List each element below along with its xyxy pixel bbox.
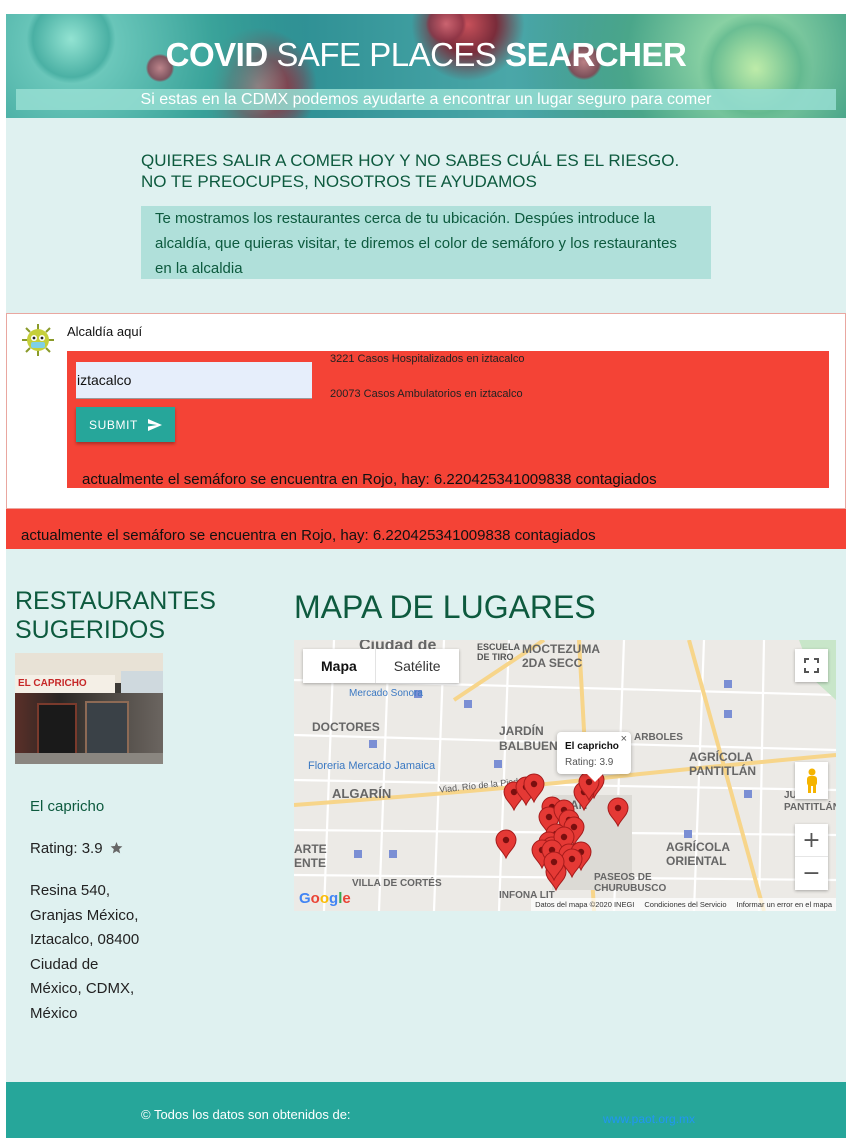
submit-label: SUBMIT	[89, 417, 138, 432]
virus-mascot-icon	[22, 324, 54, 356]
map-pin-icon[interactable]	[607, 797, 629, 828]
map-report-link[interactable]: Informar un error en el mapa	[737, 898, 832, 911]
map-type-satellite-button[interactable]: Satélite	[376, 649, 459, 683]
pegman-icon	[806, 768, 817, 793]
hospitalized-cases: 3221 Casos Hospitalizados en iztacalco	[330, 353, 525, 365]
restaurant-address: Resina 540, Granjas México, Iztacalco, 0…	[30, 882, 140, 1022]
footer-copyright: © Todos los datos son obtenidos de:	[141, 1107, 351, 1122]
hero-banner: COVID SAFE PLACES SEARCHER Si estas en l…	[6, 14, 846, 118]
restaurants-title-line1: RESTAURANTES	[15, 587, 216, 615]
restaurant-name: El capricho	[30, 798, 105, 815]
restaurant-rating-value: Rating: 3.9	[30, 840, 103, 857]
map-data-credit: Datos del mapa ©2020 INEGI	[535, 900, 635, 909]
fullscreen-button[interactable]	[795, 649, 828, 682]
restaurant-photo[interactable]: EL CAPRICHO	[15, 653, 163, 764]
footer-source-link[interactable]: www.paot.org.mx	[603, 1112, 695, 1126]
semaforo-banner: actualmente el semáforo se encuentra en …	[6, 509, 846, 549]
map-terms-link[interactable]: Condiciones del Servicio	[644, 898, 726, 911]
map-attribution: Datos del mapa ©2020 INEGI Condiciones d…	[531, 898, 836, 911]
google-logo[interactable]: Google	[299, 890, 351, 907]
places-map[interactable]: Ciudad de ESCUELA DE TIRO MOCTEZUMA 2DA …	[294, 640, 836, 911]
zoom-out-button[interactable]: −	[795, 857, 828, 890]
zoom-control: + −	[795, 824, 828, 890]
alcaldia-label: Alcaldía aquí	[67, 324, 143, 339]
semaforo-status: actualmente el semáforo se encuentra en …	[82, 471, 657, 488]
restaurant-sign: EL CAPRICHO	[15, 675, 115, 693]
semaforo-banner-text: actualmente el semáforo se encuentra en …	[21, 527, 596, 544]
star-icon	[110, 842, 123, 854]
map-type-control: Mapa Satélite	[303, 649, 459, 683]
intro-question: QUIERES SALIR A COMER HOY Y NO SABES CUÁ…	[141, 150, 679, 192]
results-panel: 3221 Casos Hospitalizados en iztacalco 2…	[67, 351, 829, 488]
map-info-window: × El capricho Rating: 3.9	[557, 732, 631, 782]
alcaldia-form-card: Alcaldía aquí 3221 Casos Hospitalizados …	[6, 313, 846, 509]
intro-question-line2: NO TE PREOCUPES, NOSOTROS TE AYUDAMOS	[141, 172, 537, 191]
ambulatory-cases: 20073 Casos Ambulatorios en iztacalco	[330, 388, 523, 400]
send-icon	[147, 418, 162, 431]
fullscreen-icon	[804, 658, 819, 673]
footer: © Todos los datos son obtenidos de: www.…	[6, 1082, 846, 1138]
intro-section: QUIERES SALIR A COMER HOY Y NO SABES CUÁ…	[6, 118, 846, 313]
map-pin-icon[interactable]	[495, 829, 517, 860]
page: COVID SAFE PLACES SEARCHER Si estas en l…	[0, 0, 863, 1142]
results-section: RESTAURANTES SUGERIDOS EL CAPRICHO El ca…	[6, 549, 846, 1082]
page-title: COVID SAFE PLACES SEARCHER	[165, 36, 687, 73]
info-window-close-icon[interactable]: ×	[621, 733, 627, 745]
page-subtitle: Si estas en la CDMX podemos ayudarte a e…	[16, 89, 836, 110]
restaurants-title: RESTAURANTES SUGERIDOS	[15, 587, 216, 645]
map-title: MAPA DE LUGARES	[294, 589, 596, 625]
submit-button[interactable]: SUBMIT	[76, 407, 175, 442]
intro-question-line1: QUIERES SALIR A COMER HOY Y NO SABES CUÁ…	[141, 151, 680, 170]
zoom-in-button[interactable]: +	[795, 824, 828, 857]
restaurant-rating: Rating: 3.9	[30, 840, 123, 857]
info-window-rating: Rating: 3.9	[565, 757, 614, 768]
alcaldia-input[interactable]	[76, 362, 312, 399]
map-type-map-button[interactable]: Mapa	[303, 649, 376, 683]
intro-description: Te mostramos los restaurantes cerca de t…	[141, 206, 711, 279]
street-view-button[interactable]	[795, 762, 828, 799]
restaurants-title-line2: SUGERIDOS	[15, 616, 166, 644]
